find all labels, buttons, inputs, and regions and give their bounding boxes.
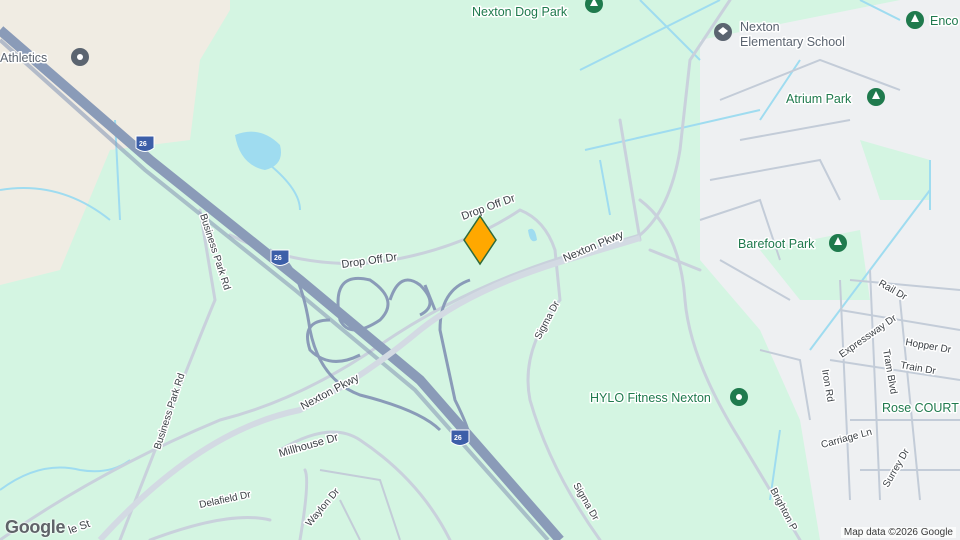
road-label-business-park: Business Park Rd <box>152 372 187 451</box>
interstate-shield: 26 <box>450 429 470 446</box>
poi-hylo-fitness[interactable]: HYLO Fitness Nexton <box>589 388 748 407</box>
map-canvas[interactable]: 26 26 26 Drop Off Dr Drop Off Dr Nexton … <box>0 0 960 540</box>
interstate-shield: 26 <box>270 249 290 266</box>
svg-text:26: 26 <box>454 435 462 442</box>
road-label-waylon: Waylon Dr <box>304 486 343 529</box>
google-logo: Google <box>5 517 66 537</box>
pond <box>235 131 281 170</box>
poi-athletics[interactable]: Athletics <box>0 48 89 67</box>
poi-nexton-dog-park[interactable]: Nexton Dog Park <box>471 0 603 21</box>
road-label-drop-off: Drop Off Dr <box>341 251 398 271</box>
road-label-sigma: Sigma Dr <box>533 299 563 342</box>
interstate-shield: 26 <box>135 135 155 152</box>
svg-text:Barefoot Park: Barefoot Park <box>738 237 815 251</box>
svg-text:Nexton: Nexton <box>740 20 780 34</box>
road-label-brighton: Brighton P <box>767 486 799 533</box>
location-marker[interactable] <box>463 214 497 266</box>
poi-enco[interactable]: Enco <box>906 11 960 30</box>
svg-text:Athletics: Athletics <box>0 51 47 65</box>
road-label-delafield: Delafield Dr <box>198 489 252 511</box>
map-attribution[interactable]: Map data ©2026 Google <box>840 527 956 538</box>
svg-text:26: 26 <box>274 255 282 262</box>
map-svg: 26 26 26 Drop Off Dr Drop Off Dr Nexton … <box>0 0 960 540</box>
svg-text:Nexton Dog Park: Nexton Dog Park <box>472 5 568 19</box>
poi-rose-court[interactable]: Rose COURT <box>881 400 960 417</box>
svg-text:HYLO Fitness Nexton: HYLO Fitness Nexton <box>590 391 711 405</box>
interstate-i26 <box>0 26 564 540</box>
map-pin-icon <box>463 214 497 266</box>
svg-text:Rose COURT: Rose COURT <box>882 401 959 415</box>
road-label-st: le St <box>67 518 92 537</box>
svg-text:Atrium Park: Atrium Park <box>786 92 852 106</box>
pond-small <box>528 228 537 242</box>
svg-text:Elementary School: Elementary School <box>740 35 845 49</box>
svg-text:26: 26 <box>139 141 147 148</box>
svg-text:Enco: Enco <box>930 14 959 28</box>
